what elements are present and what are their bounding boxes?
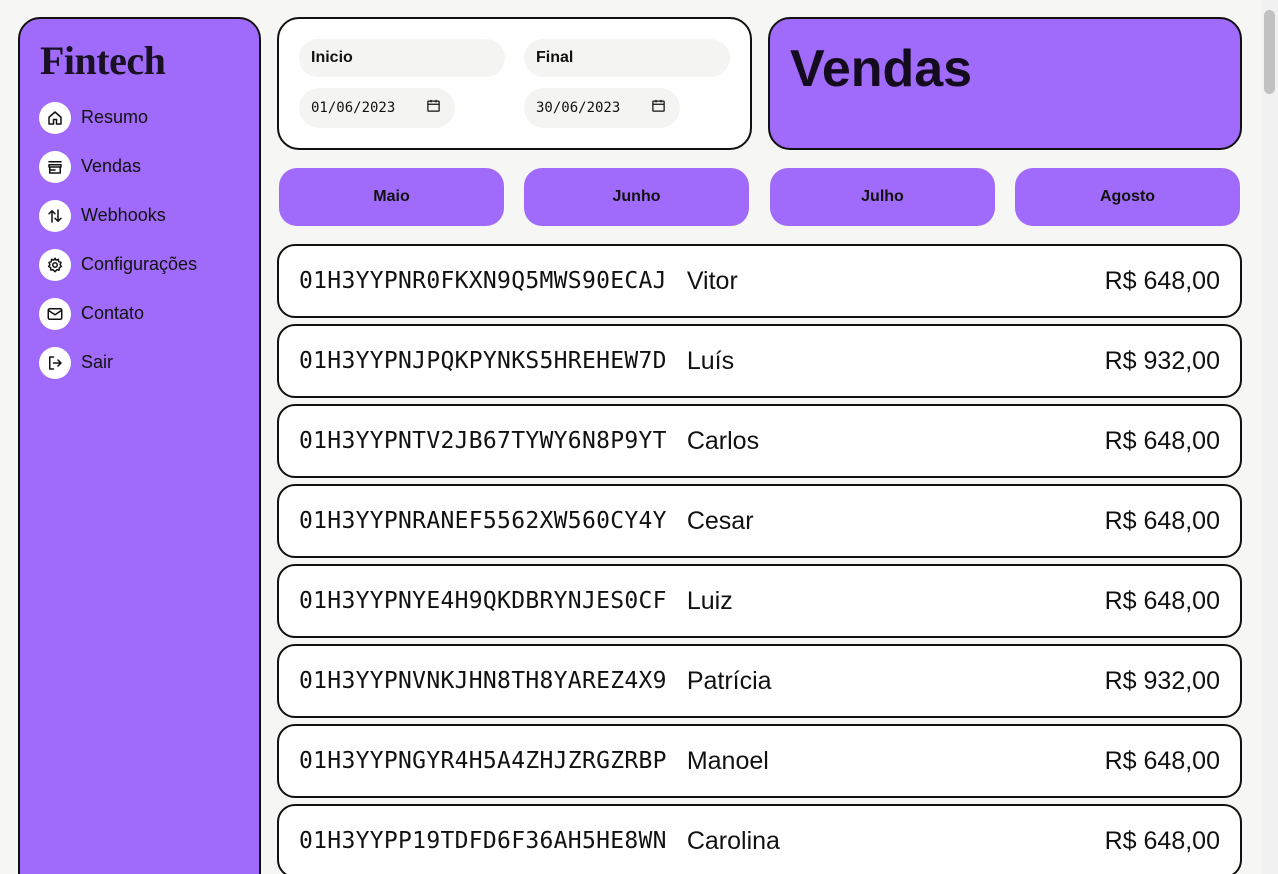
sidebar-item-label: Sair: [81, 352, 114, 372]
sidebar-item-resumo[interactable]: Resumo: [39, 101, 259, 134]
app-logo: Fintech: [40, 38, 166, 83]
sale-value: R$ 648,00: [1104, 426, 1220, 455]
sale-customer: Vitor: [686, 266, 738, 295]
sale-id: 01H3YYPNJPQKPYNKS5HREHEW7D: [299, 348, 667, 374]
sale-value: R$ 932,00: [1104, 666, 1220, 695]
home-icon: [39, 101, 71, 134]
page-scrollbar[interactable]: [1261, 0, 1278, 874]
month-button-junho[interactable]: Junho: [524, 168, 749, 226]
month-button-maio[interactable]: Maio: [279, 168, 504, 226]
sale-id: 01H3YYPNTV2JB67TYWY6N8P9YT: [299, 428, 667, 454]
sale-row[interactable]: 01H3YYPNTV2JB67TYWY6N8P9YT Carlos R$ 648…: [277, 404, 1242, 478]
scrollbar-thumb[interactable]: [1264, 10, 1275, 94]
sale-value: R$ 648,00: [1104, 826, 1220, 855]
sale-row[interactable]: 01H3YYPNJPQKPYNKS5HREHEW7D Luís R$ 932,0…: [277, 324, 1242, 398]
start-date-value: 01/06/2023: [311, 100, 396, 116]
sale-row[interactable]: 01H3YYPNR0FKXN9Q5MWS90ECAJ Vitor R$ 648,…: [277, 244, 1242, 318]
sidebar-item-configuracoes[interactable]: Configurações: [39, 248, 259, 281]
start-date-input[interactable]: 01/06/2023: [299, 88, 455, 128]
sale-id: 01H3YYPP19TDFD6F36AH5HE8WN: [299, 828, 667, 854]
sale-value: R$ 648,00: [1104, 506, 1220, 535]
sale-value: R$ 648,00: [1104, 266, 1220, 295]
sales-list: 01H3YYPNR0FKXN9Q5MWS90ECAJ Vitor R$ 648,…: [277, 244, 1242, 874]
page-title-card: Vendas: [768, 17, 1242, 150]
sale-value: R$ 648,00: [1104, 586, 1220, 615]
sidebar-item-vendas[interactable]: Vendas: [39, 150, 259, 183]
sale-id: 01H3YYPNVNKJHN8TH8YAREZ4X9: [299, 668, 667, 694]
calendar-icon[interactable]: [426, 98, 441, 118]
start-date-label: Inicio: [299, 39, 505, 77]
end-date-label: Final: [524, 39, 730, 77]
start-date-group: Inicio 01/06/2023: [299, 39, 505, 128]
end-date-input[interactable]: 30/06/2023: [524, 88, 680, 128]
sidebar-item-label: Webhooks: [81, 205, 166, 225]
sale-value: R$ 932,00: [1104, 346, 1220, 375]
calendar-icon[interactable]: [651, 98, 666, 118]
end-date-group: Final 30/06/2023: [524, 39, 730, 128]
sale-customer: Luiz: [686, 586, 733, 615]
arrows-updown-icon: [39, 199, 71, 232]
sale-row[interactable]: 01H3YYPNRANEF5562XW560CY4Y Cesar R$ 648,…: [277, 484, 1242, 558]
sale-id: 01H3YYPNR0FKXN9Q5MWS90ECAJ: [299, 268, 667, 294]
sale-customer: Luís: [686, 346, 735, 375]
sidebar-item-label: Configurações: [81, 254, 198, 274]
sale-customer: Manoel: [686, 746, 769, 775]
sale-customer: Cesar: [686, 506, 754, 535]
store-icon: [39, 150, 71, 183]
sidebar-item-label: Vendas: [81, 156, 142, 176]
date-range-card: Inicio 01/06/2023 Final 30/06/2023: [277, 17, 752, 150]
sidebar-item-webhooks[interactable]: Webhooks: [39, 199, 259, 232]
sale-customer: Patrícia: [686, 666, 772, 695]
mail-icon: [39, 297, 71, 330]
sale-customer: Carolina: [686, 826, 780, 855]
sidebar-item-label: Contato: [81, 303, 145, 323]
sidebar: Fintech Resumo Vendas Webhooks Configura…: [18, 17, 261, 874]
end-date-value: 30/06/2023: [536, 100, 621, 116]
gear-icon: [39, 248, 71, 281]
sidebar-item-label: Resumo: [81, 107, 149, 127]
sale-row[interactable]: 01H3YYPNGYR4H5A4ZHJZRGZRBP Manoel R$ 648…: [277, 724, 1242, 798]
sale-id: 01H3YYPNGYR4H5A4ZHJZRGZRBP: [299, 748, 667, 774]
sale-value: R$ 648,00: [1104, 746, 1220, 775]
month-button-agosto[interactable]: Agosto: [1015, 168, 1240, 226]
sidebar-item-contato[interactable]: Contato: [39, 297, 259, 330]
logout-icon: [39, 346, 71, 379]
sale-row[interactable]: 01H3YYPP19TDFD6F36AH5HE8WN Carolina R$ 6…: [277, 804, 1242, 874]
sale-customer: Carlos: [686, 426, 760, 455]
sidebar-item-sair[interactable]: Sair: [39, 346, 259, 379]
sale-id: 01H3YYPNRANEF5562XW560CY4Y: [299, 508, 667, 534]
sale-row[interactable]: 01H3YYPNYE4H9QKDBRYNJES0CF Luiz R$ 648,0…: [277, 564, 1242, 638]
month-button-julho[interactable]: Julho: [770, 168, 995, 226]
page-title: Vendas: [790, 40, 973, 98]
sale-row[interactable]: 01H3YYPNVNKJHN8TH8YAREZ4X9 Patrícia R$ 9…: [277, 644, 1242, 718]
sale-id: 01H3YYPNYE4H9QKDBRYNJES0CF: [299, 588, 667, 614]
